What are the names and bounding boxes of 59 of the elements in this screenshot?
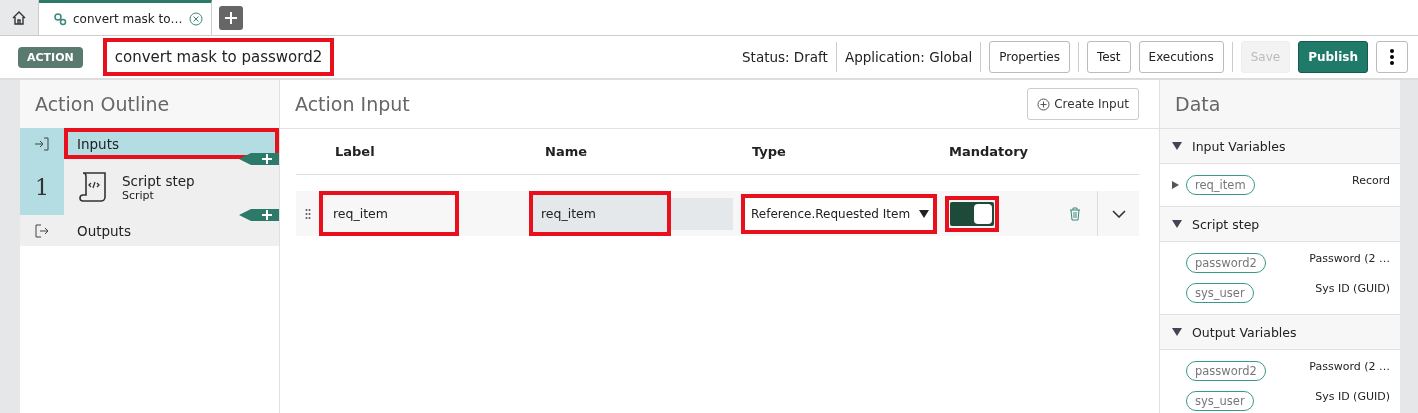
variable-type: Sys ID (GUID) [1315,389,1390,403]
add-tab-button[interactable] [218,5,243,30]
column-header: Type [752,144,787,159]
variable-type: Password (2 … [1309,359,1390,373]
home-icon [12,10,26,25]
variable-type: Record [1352,173,1390,187]
section-header[interactable]: Input Variables [1160,128,1400,164]
variable-type: Sys ID (GUID) [1315,281,1390,295]
dropdown-arrow-icon [919,209,929,218]
close-icon[interactable] [188,12,203,26]
outline-item[interactable]: Outputs [20,215,279,246]
more-icon [1390,49,1394,65]
panel-title: Data [1160,80,1400,128]
action-badge: ACTION [18,46,83,68]
create-input-button[interactable]: Create Input [1027,88,1139,120]
plus-icon [261,209,273,221]
label-field[interactable]: req_item [319,191,459,236]
variable-type: Password (2 … [1309,251,1390,265]
outline-label: Inputs [77,135,120,152]
header-button[interactable]: Properties [989,41,1070,73]
name-field[interactable]: req_item [529,191,671,236]
delete-icon[interactable] [1069,206,1081,221]
header-button[interactable]: Executions [1138,41,1224,73]
application-text: Application: Global [844,49,973,65]
expand-arrow-icon[interactable] [1172,181,1179,189]
column-header: Mandatory [949,144,1029,159]
enter-icon [34,135,50,152]
more-menu-button[interactable] [1376,41,1408,73]
column-header: Label [335,144,376,159]
drag-handle-icon[interactable] [305,207,311,220]
outline-label: Outputs [77,222,132,239]
expand-chevron-icon[interactable] [1112,209,1126,218]
outline-label: Script step [122,172,196,189]
field-background [671,197,733,230]
status-text: Status: Draft [742,49,828,65]
section-header[interactable]: Output Variables [1160,314,1400,350]
collapse-arrow-icon [1172,220,1182,228]
type-dropdown[interactable]: Reference.Requested Item [741,193,937,234]
collapse-arrow-icon [1172,142,1182,150]
section-header[interactable]: Script step [1160,206,1400,242]
outline-item[interactable]: Inputs [20,128,279,159]
document-tab[interactable]: convert mask to… [39,0,212,35]
outline-sublabel: Script [122,188,154,202]
plus-icon [223,10,238,25]
publish-button[interactable]: Publish [1298,41,1368,73]
panel-title: Action Outline [20,80,279,128]
column-header: Name [545,144,588,159]
outline-item[interactable]: 1 Script step Script [20,159,279,215]
add-circle-icon [1037,97,1051,111]
plus-icon [261,153,273,165]
header-button[interactable]: Test [1086,41,1131,73]
gears-icon [53,12,67,26]
collapse-arrow-icon [1172,328,1182,336]
mandatory-toggle[interactable] [950,201,994,226]
exit-icon [34,222,50,239]
scrollbar[interactable] [1400,80,1418,413]
action-title: convert mask to password2 [102,38,335,76]
step-number: 1 [35,174,49,200]
home-tab[interactable] [0,0,39,35]
